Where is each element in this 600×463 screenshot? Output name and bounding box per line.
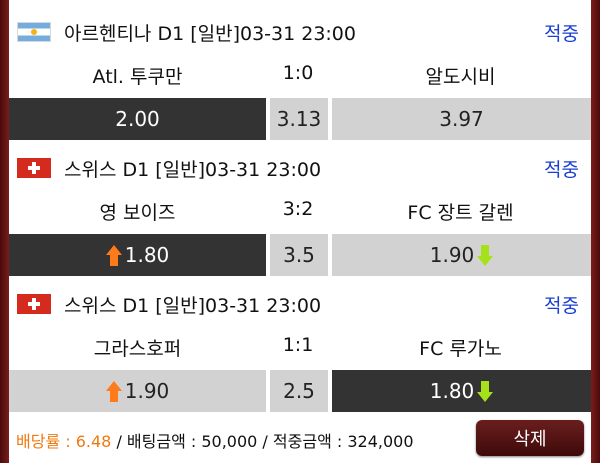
score: 1:0 — [282, 62, 314, 84]
odds-row: 1.80 3.5 1.90 — [9, 234, 591, 276]
arrow-up-icon — [105, 380, 122, 402]
arrow-down-icon — [477, 380, 494, 402]
odds-away-cell[interactable]: 3.97 — [332, 98, 591, 140]
bet-slip-panel: 아르헨티나 D1 [일반]03-31 23:00 적중 Atl. 투쿠만 1:0… — [9, 0, 591, 463]
delete-button[interactable]: 삭제 — [476, 420, 584, 456]
bet-summary-footer: 배당률 : 6.48 / 배팅금액 : 50,000 / 적중금액 : 324,… — [9, 416, 591, 463]
odds-draw-cell[interactable]: 3.5 — [270, 234, 328, 276]
home-team: Atl. 투쿠만 — [92, 66, 183, 88]
odds-home-value: 2.00 — [115, 107, 160, 131]
odds-away-cell[interactable]: 1.80 — [332, 370, 591, 412]
status-badge: 적중 — [544, 23, 579, 45]
bet-amount-text: / 배팅금액 : 50,000 / 적중금액 : 324,000 — [111, 432, 414, 451]
status-badge: 적중 — [544, 295, 579, 317]
rate-label: 배당률 : — [16, 432, 76, 451]
match-card: 스위스 D1 [일반]03-31 23:00 적중 영 보이즈 3:2 FC 장… — [9, 136, 591, 276]
odds-draw-value: 2.5 — [283, 379, 315, 403]
match-header: 아르헨티나 D1 [일반]03-31 23:00 적중 — [9, 0, 591, 45]
league-info: 스위스 D1 [일반]03-31 23:00 — [64, 159, 322, 181]
bet-summary: 배당률 : 6.48 / 배팅금액 : 50,000 / 적중금액 : 324,… — [16, 428, 414, 452]
arrow-up-icon — [105, 244, 122, 266]
frame-right — [591, 0, 600, 463]
match-header: 스위스 D1 [일반]03-31 23:00 적중 — [9, 136, 591, 181]
argentina-flag-icon — [17, 22, 51, 42]
odds-draw-cell[interactable]: 2.5 — [270, 370, 328, 412]
odds-home-cell[interactable]: 1.80 — [9, 234, 266, 276]
home-team: 영 보이즈 — [99, 202, 176, 224]
match-header: 스위스 D1 [일반]03-31 23:00 적중 — [9, 272, 591, 317]
match-card: 스위스 D1 [일반]03-31 23:00 적중 그라스호퍼 1:1 FC 루… — [9, 272, 591, 412]
odds-home-cell[interactable]: 2.00 — [9, 98, 266, 140]
odds-away-value: 1.80 — [429, 379, 475, 403]
teams-row: 영 보이즈 3:2 FC 장트 갈렌 — [9, 190, 591, 230]
odds-away-cell[interactable]: 1.90 — [332, 234, 591, 276]
away-team: FC 루가노 — [419, 338, 502, 360]
odds-home-value: 1.80 — [124, 243, 170, 267]
rate-value: 6.48 — [75, 432, 112, 451]
odds-row: 1.90 2.5 1.80 — [9, 370, 591, 412]
odds-home-value: 1.90 — [124, 379, 170, 403]
league-info: 스위스 D1 [일반]03-31 23:00 — [64, 295, 322, 317]
teams-row: Atl. 투쿠만 1:0 알도시비 — [9, 54, 591, 94]
away-team: FC 장트 갈렌 — [407, 202, 514, 224]
odds-row: 2.00 3.13 3.97 — [9, 98, 591, 140]
match-card: 아르헨티나 D1 [일반]03-31 23:00 적중 Atl. 투쿠만 1:0… — [9, 0, 591, 140]
away-team: 알도시비 — [425, 66, 496, 88]
switzerland-flag-icon — [17, 294, 51, 314]
score: 3:2 — [282, 198, 314, 220]
frame-left — [0, 0, 9, 463]
odds-draw-value: 3.5 — [283, 243, 315, 267]
odds-home-cell[interactable]: 1.90 — [9, 370, 266, 412]
arrow-down-icon — [477, 244, 494, 266]
score: 1:1 — [282, 334, 314, 356]
odds-draw-cell[interactable]: 3.13 — [270, 98, 328, 140]
odds-draw-value: 3.13 — [276, 107, 322, 131]
switzerland-flag-icon — [17, 158, 51, 178]
home-team: 그라스호퍼 — [93, 338, 182, 360]
odds-away-value: 3.97 — [439, 107, 484, 131]
teams-row: 그라스호퍼 1:1 FC 루가노 — [9, 326, 591, 366]
status-badge: 적중 — [544, 159, 579, 181]
league-info: 아르헨티나 D1 [일반]03-31 23:00 — [64, 23, 356, 45]
odds-away-value: 1.90 — [429, 243, 475, 267]
